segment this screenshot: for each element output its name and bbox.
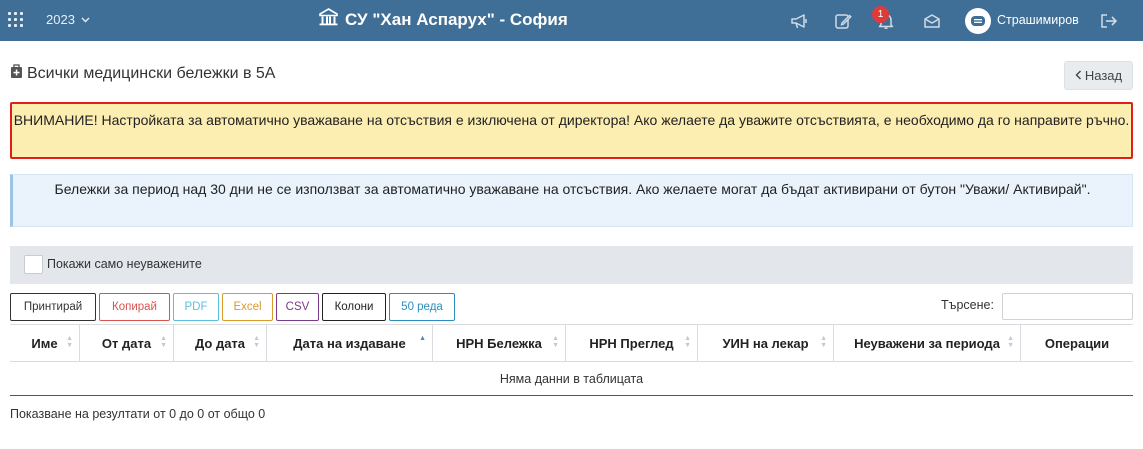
table-empty-row: Няма данни в таблицата [10,362,1133,396]
csv-button[interactable]: CSV [276,293,319,321]
print-button[interactable]: Принтирай [10,293,96,321]
school-building-icon [318,8,339,31]
envelope-icon[interactable] [922,11,942,31]
apps-grid-icon[interactable] [8,12,23,27]
sort-icon: ▲ ▼ [253,335,260,349]
column-header-issue-date[interactable]: Дата на издаване ▲▼ [267,325,433,361]
page-title: Всички медицински бележки в 5А [10,64,275,84]
year-selector[interactable]: 2023 [46,12,90,27]
notification-badge: 1 [872,6,889,23]
school-name: СУ "Хан Аспарух" - София [345,9,568,29]
show-unexcused-checkbox[interactable] [24,255,43,274]
year-label: 2023 [46,12,75,27]
school-title[interactable]: СУ "Хан Аспарух" - София [318,8,568,31]
chevron-down-icon [81,15,90,25]
table-header: Име ▲ ▼ От дата ▲ ▼ До дата ▲ ▼ Дата на изд… [10,324,1133,362]
column-header-doctor-uin[interactable]: УИН на лекар ▲ ▼ [698,325,834,361]
sort-icon: ▲ ▼ [820,335,827,349]
megaphone-icon[interactable] [789,11,809,31]
page-title-text: Всички медицински бележки в 5А [27,65,276,82]
logout-icon[interactable] [1099,11,1119,31]
column-header-operations: Операции [1044,335,1110,351]
medical-notes-table: Име ▲ ▼ От дата ▲ ▼ До дата ▲ ▼ Дата на изд… [10,324,1133,396]
column-header-note-nrn[interactable]: НРН Бележка ▲ ▼ [433,325,566,361]
filter-bar: Покажи само неуважените [10,246,1133,284]
medical-kit-icon [10,64,23,84]
top-navbar: 2023 СУ "Хан Аспарух" - София 1 Страшими… [0,0,1143,41]
show-unexcused-label[interactable]: Покажи само неуважените [47,257,202,271]
edit-icon[interactable] [833,11,853,31]
excel-button[interactable]: Excel [222,293,273,321]
column-header-unexcused[interactable]: Неуважени за периода ▲ ▼ [834,325,1021,361]
copy-button[interactable]: Копирай [99,293,170,321]
username[interactable]: Страшимиров [997,13,1079,27]
column-header-exam-nrn[interactable]: НРН Преглед ▲ ▼ [566,325,698,361]
sort-icon: ▲ ▼ [684,335,691,349]
search-input[interactable] [1002,293,1133,320]
back-button-label: Назад [1084,68,1123,83]
columns-button[interactable]: Колони [322,293,386,321]
sort-icon: ▲ ▼ [1007,335,1014,349]
column-header-to-date[interactable]: До дата ▲ ▼ [174,325,267,361]
pdf-button[interactable]: PDF [173,293,219,321]
export-toolbar: Принтирай Копирай PDF Excel CSV Колони 5… [10,293,455,321]
column-header-from-date[interactable]: От дата ▲ ▼ [80,325,174,361]
sort-icon: ▲ ▼ [552,335,559,349]
info-alert: Бележки за период над 30 дни не се изпол… [10,174,1133,227]
sort-icon: ▲ ▼ [66,335,73,349]
table-info: Показване на резултати от 0 до 0 от общо… [10,407,266,421]
column-header-name[interactable]: Име ▲ ▼ [10,325,80,361]
sort-ascending-icon: ▲▼ [419,335,426,342]
sort-icon: ▲ ▼ [160,335,167,349]
page-length-button[interactable]: 50 реда [389,293,455,321]
user-avatar-icon[interactable] [965,8,991,34]
search-label: Търсене: [941,298,994,312]
back-button[interactable]: Назад [1064,61,1133,90]
chevron-left-icon [1075,68,1082,83]
warning-alert: ВНИМАНИЕ! Настройката за автоматично ува… [10,102,1133,159]
